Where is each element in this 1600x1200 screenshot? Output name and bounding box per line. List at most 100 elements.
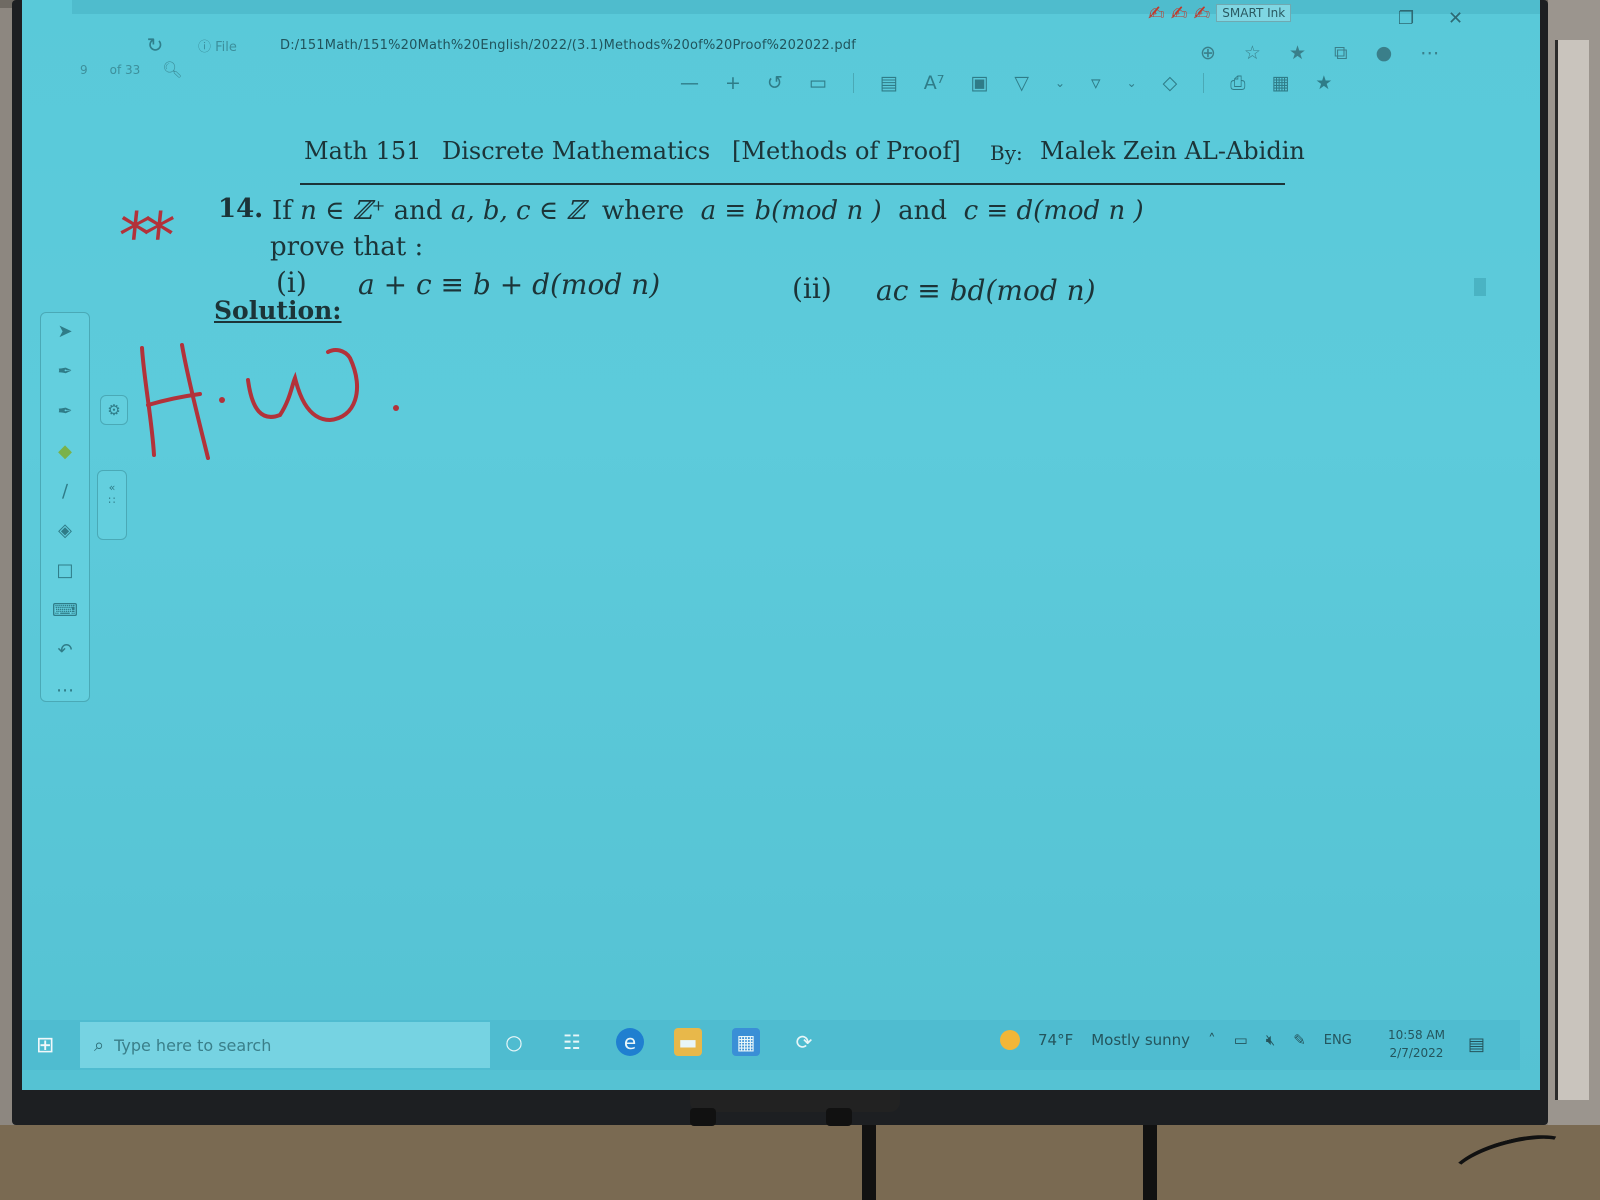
read-aloud-icon[interactable]: A⁷ <box>924 72 945 94</box>
refresh-icon[interactable]: ↻ <box>140 30 170 60</box>
zoom-in-icon[interactable]: + <box>725 72 741 94</box>
solution-heading: Solution: <box>214 296 342 325</box>
problem-statement: If n ∈ ℤ⁺ and a, b, c ∈ ℤ where a ≡ b(mo… <box>272 196 1144 226</box>
close-icon[interactable]: ✕ <box>1448 8 1463 29</box>
math-expression: c ≡ d(mod n ) <box>963 196 1144 226</box>
problem-text: and <box>393 196 443 226</box>
divider <box>852 73 854 93</box>
undo-icon[interactable]: ↶ <box>52 639 78 661</box>
file-explorer-icon[interactable]: ▬ <box>674 1028 702 1056</box>
edge-icon[interactable]: e <box>616 1028 644 1056</box>
print-icon[interactable]: ⎙ <box>1230 72 1245 94</box>
address-bar[interactable]: D:/151Math/151%20Math%20English/2022/(3.… <box>280 38 856 53</box>
browser-actions: ⊕ ☆ ★ ⧉ ● ⋯ <box>1200 42 1439 64</box>
restore-icon[interactable]: ❐ <box>1398 8 1414 29</box>
chevron-down-icon[interactable]: ⌄ <box>1055 76 1065 90</box>
immersive-reader-icon[interactable]: ▣ <box>970 72 988 94</box>
smart-tools-panel: ➤ ✒ ✒ ◆ ∕ ◈ □ ⌨ ↶ ⋯ <box>40 312 90 702</box>
problem-number: 14. <box>218 194 264 224</box>
taskbar-apps: ○ ☷ e ▬ ▦ ⟳ <box>500 1028 818 1056</box>
file-info[interactable]: ⓘ File <box>198 36 237 55</box>
page-nav: 9 of 33 🔍︎ <box>80 60 183 79</box>
zoom-out-icon[interactable]: — <box>680 72 699 94</box>
fit-page-icon[interactable]: ▭ <box>809 72 827 94</box>
chevron-up-icon[interactable]: ˄ <box>1208 1031 1216 1049</box>
zoom-icon[interactable]: ⊕ <box>1200 42 1216 64</box>
problem-text: If <box>272 196 292 226</box>
ink-pen-icon[interactable]: ✍ <box>1171 1 1188 25</box>
tray-knob <box>690 1108 716 1126</box>
smart-ink-toolbar: ✍ ✍ ✍ SMART Ink <box>1148 0 1388 26</box>
gear-icon[interactable]: ⚙ <box>100 395 128 425</box>
search-placeholder: Type here to search <box>114 1035 272 1055</box>
select-arrow-icon[interactable]: ➤ <box>52 321 78 343</box>
easel <box>1555 40 1589 1100</box>
pen-icon[interactable]: ✒ <box>52 361 78 383</box>
page-view-icon[interactable]: ▤ <box>880 72 898 94</box>
windows-start-icon[interactable]: ⊞ <box>36 1033 54 1058</box>
problem-text: and <box>898 196 948 226</box>
pdf-toolbar: — + ↺ ▭ ▤ A⁷ ▣ ▽ ⌄ ▿ ⌄ ◇ ⎙ ▦ ★ <box>680 72 1332 94</box>
sync-app-icon[interactable]: ⟳ <box>790 1028 818 1056</box>
rotate-icon[interactable]: ↺ <box>767 72 783 94</box>
network-icon[interactable]: ▭ <box>1234 1031 1248 1049</box>
search-icon[interactable]: 🔍︎ <box>162 60 182 79</box>
page-total: of 33 <box>109 62 141 77</box>
clock[interactable]: 10:58 AM 2/7/2022 <box>1388 1026 1445 1062</box>
line-tool-icon[interactable]: ∕ <box>52 480 78 502</box>
floor <box>0 1125 1600 1200</box>
tray-knob <box>826 1108 852 1126</box>
save-icon[interactable]: ▦ <box>1271 72 1289 94</box>
favorite-add-icon[interactable]: ☆ <box>1244 42 1261 64</box>
ink-pen-icon[interactable]: ✍ <box>1148 1 1165 25</box>
keyboard-icon[interactable]: ⌨ <box>52 600 78 622</box>
volume-muted-icon[interactable]: 🔇︎ <box>1266 1031 1275 1049</box>
notification-icon[interactable]: ▤ <box>1468 1034 1485 1055</box>
pin-icon[interactable]: ★ <box>1315 72 1332 94</box>
math-expression: a, b, c ∈ ℤ <box>450 196 586 226</box>
prove-text: prove that : <box>270 232 424 262</box>
part-ii-expression: ac ≡ bd(mod n) <box>876 274 1096 307</box>
ink-pen-icon[interactable]: ✍ <box>1194 1 1211 25</box>
highlight-icon[interactable]: ▿ <box>1091 72 1101 94</box>
problem-text: where <box>601 196 685 226</box>
language-indicator[interactable]: ENG <box>1324 1033 1352 1048</box>
part-i-expression: a + c ≡ b + d(mod n) <box>358 268 661 301</box>
highlighter-icon[interactable]: ◆ <box>52 440 78 462</box>
weather-temp[interactable]: 74°F <box>1038 1031 1073 1049</box>
collapse-panel-button[interactable]: «∷ <box>97 470 127 540</box>
page-number-input[interactable]: 9 <box>80 63 88 77</box>
weather-icon[interactable] <box>1000 1030 1020 1050</box>
chevron-down-icon[interactable]: ⌄ <box>1127 76 1137 90</box>
handwritten-stars: ** <box>114 200 170 274</box>
scrollbar-thumb[interactable] <box>1474 278 1486 296</box>
divider <box>1203 73 1205 93</box>
doc-header: Math 151 Discrete Mathematics [Methods o… <box>300 135 1305 185</box>
collections-icon[interactable]: ⧉ <box>1334 42 1348 64</box>
smart-ink-label[interactable]: SMART Ink <box>1216 4 1292 22</box>
task-view-icon[interactable]: ☷ <box>558 1028 586 1056</box>
handwritten-hw <box>140 343 399 460</box>
cortana-icon[interactable]: ○ <box>500 1028 528 1056</box>
taskbar-search[interactable]: ⌕ Type here to search <box>80 1022 490 1068</box>
stand-leg <box>862 1125 876 1200</box>
eraser-icon[interactable]: ◇ <box>1163 72 1178 94</box>
pen-tray <box>690 1090 900 1112</box>
store-icon[interactable]: ▦ <box>732 1028 760 1056</box>
more-tools-icon[interactable]: ⋯ <box>52 679 78 701</box>
clock-date: 2/7/2022 <box>1389 1046 1444 1060</box>
favorites-icon[interactable]: ★ <box>1289 42 1306 64</box>
more-icon[interactable]: ⋯ <box>1420 42 1439 64</box>
draw-icon[interactable]: ▽ <box>1014 72 1029 94</box>
eraser-icon[interactable]: ◈ <box>52 520 78 542</box>
math-expression: a ≡ b(mod n ) <box>700 196 882 226</box>
by-label: By: <box>990 141 1023 165</box>
topic-title: [Methods of Proof] <box>732 137 961 165</box>
clock-time: 10:58 AM <box>1388 1028 1445 1042</box>
screen-capture-icon[interactable]: □ <box>52 560 78 582</box>
weather-desc[interactable]: Mostly sunny <box>1091 1031 1190 1049</box>
pen-tray-icon[interactable]: ✎ <box>1293 1031 1306 1049</box>
profile-icon[interactable]: ● <box>1376 42 1393 64</box>
pen-active-icon[interactable]: ✒ <box>52 401 78 423</box>
author-name: Malek Zein AL-Abidin <box>1040 137 1305 165</box>
